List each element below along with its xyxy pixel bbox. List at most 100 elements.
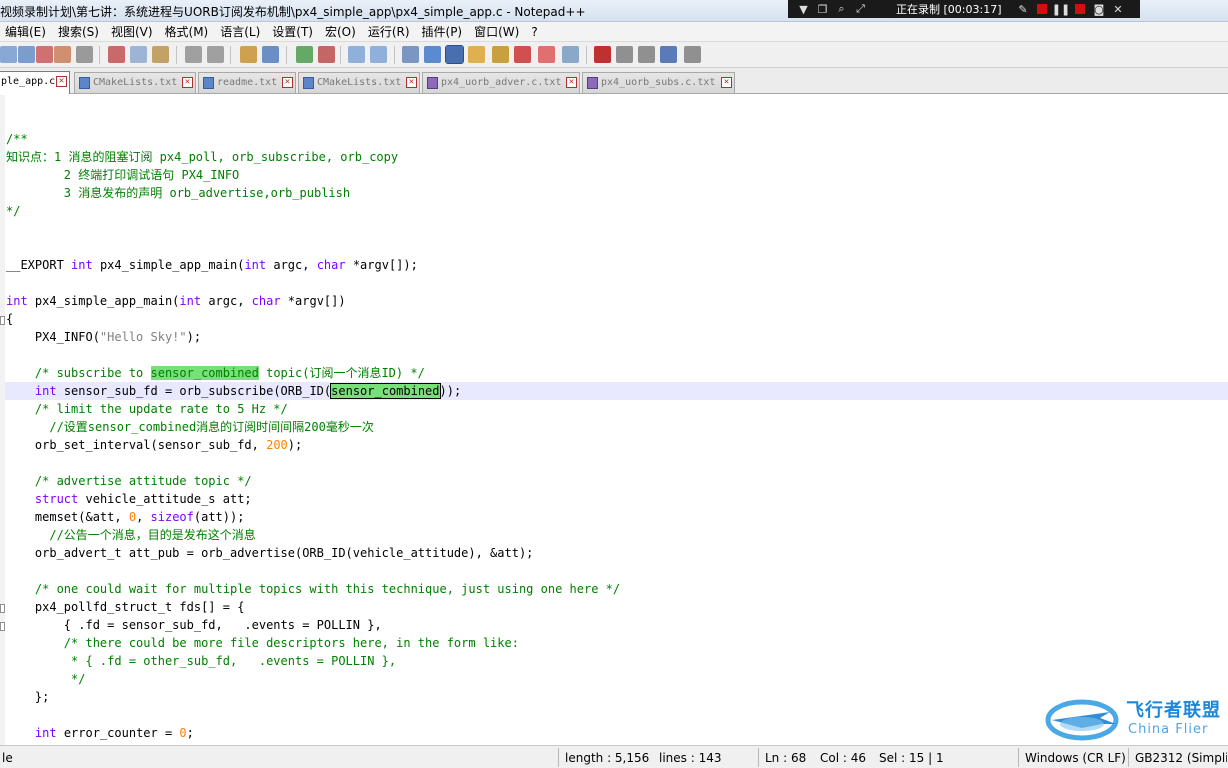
menu-window[interactable]: 窗口(W) <box>469 23 526 40</box>
tab-label: CMakeLists.txt <box>317 77 402 88</box>
code-line: }; <box>6 690 50 704</box>
menu-run[interactable]: 运行(R) <box>363 23 417 40</box>
stop-macro-icon[interactable] <box>616 46 633 63</box>
code-line: /** <box>6 132 28 146</box>
save-all-icon[interactable] <box>54 46 71 63</box>
fold-toggle-icon[interactable] <box>0 316 5 325</box>
restore-icon[interactable]: ❐ <box>813 0 832 18</box>
status-separator <box>1128 748 1129 767</box>
folder-workspace-icon[interactable] <box>538 46 555 63</box>
menu-view[interactable]: 视图(V) <box>106 23 160 40</box>
close-icon[interactable]: ✕ <box>406 77 417 88</box>
toolbar-separator <box>176 46 177 64</box>
tab-cmakelists-1[interactable]: CMakeLists.txt ✕ <box>74 72 196 93</box>
window-title: 视频录制计划\第七讲：系统进程与UORB订阅发布机制\px4_simple_ap… <box>0 5 586 19</box>
menu-settings[interactable]: 设置(T) <box>267 23 320 40</box>
close-icon[interactable]: ✕ <box>282 77 293 88</box>
menu-search[interactable]: 搜索(S) <box>53 23 106 40</box>
tab-readme[interactable]: readme.txt ✕ <box>198 72 296 93</box>
status-separator <box>558 748 559 767</box>
record-macro-icon[interactable] <box>594 46 611 63</box>
fold-margin[interactable] <box>0 95 5 745</box>
record-stop-icon[interactable] <box>1032 0 1051 18</box>
tab-label: readme.txt <box>217 77 278 88</box>
pen-icon[interactable]: ✎ <box>1013 0 1032 18</box>
watermark: 飞行者联盟 China Flier <box>1026 688 1226 748</box>
zoom-out-icon[interactable] <box>318 46 335 63</box>
menu-edit[interactable]: 编辑(E) <box>0 23 53 40</box>
title-bar: 视频录制计划\第七讲：系统进程与UORB订阅发布机制\px4_simple_ap… <box>0 0 1228 22</box>
word-wrap-icon[interactable] <box>402 46 419 63</box>
menu-language[interactable]: 语言(L) <box>215 23 267 40</box>
menu-plugins[interactable]: 插件(P) <box>417 23 470 40</box>
print-icon[interactable] <box>76 46 93 63</box>
close-icon[interactable]: ✕ <box>182 77 193 88</box>
show-all-chars-icon[interactable] <box>424 46 441 63</box>
fold-toggle-icon[interactable] <box>0 622 5 631</box>
dropdown-icon[interactable]: ▼ <box>794 0 813 18</box>
file-icon <box>79 77 90 89</box>
menu-format[interactable]: 格式(M) <box>160 23 216 40</box>
tab-bar: ple_app.c ✕ CMakeLists.txt ✕ readme.txt … <box>0 68 1228 94</box>
save-icon[interactable] <box>36 46 53 63</box>
close-icon[interactable]: ✕ <box>721 77 732 88</box>
watermark-cn: 飞行者联盟 <box>1126 700 1221 721</box>
tab-label: px4_uorb_subs.c.txt <box>601 77 716 88</box>
find-icon[interactable] <box>240 46 257 63</box>
doc-map-icon[interactable] <box>492 46 509 63</box>
sync-vertical-icon[interactable] <box>348 46 365 63</box>
indent-guide-icon[interactable] <box>445 45 464 64</box>
tab-label: px4_uorb_adver.c.txt <box>441 77 562 88</box>
toolbar-separator <box>230 46 231 64</box>
code-line: */ <box>6 672 86 686</box>
code-line: orb_advert_t att_pub = orb_advertise(ORB… <box>6 546 534 560</box>
open-file-icon[interactable] <box>18 46 35 63</box>
camera-icon[interactable]: ◙ <box>1089 0 1108 18</box>
undo-icon[interactable] <box>185 46 202 63</box>
tab-px4-uorb-adver[interactable]: px4_uorb_adver.c.txt ✕ <box>422 72 580 93</box>
toolbar-separator <box>586 46 587 64</box>
replace-icon[interactable] <box>262 46 279 63</box>
user-lang-icon[interactable] <box>468 46 485 63</box>
close-icon[interactable]: ✕ <box>56 76 67 87</box>
sync-horizontal-icon[interactable] <box>370 46 387 63</box>
stop-icon[interactable] <box>1070 0 1089 18</box>
new-file-icon[interactable] <box>0 46 17 63</box>
monitoring-icon[interactable] <box>562 46 579 63</box>
fold-toggle-icon[interactable] <box>0 604 5 613</box>
zoom-in-icon[interactable] <box>296 46 313 63</box>
tab-px4-simple-app-c[interactable]: ple_app.c ✕ <box>0 71 70 94</box>
file-icon <box>587 77 598 89</box>
status-selection: Sel : 15 | 1 <box>879 751 944 765</box>
selected-text: sensor_combined <box>330 383 441 399</box>
code-line: 知识点：1 消息的阻塞订阅 px4_poll, orb_subscribe, o… <box>6 150 399 164</box>
menu-bar: 编辑(E) 搜索(S) 视图(V) 格式(M) 语言(L) 设置(T) 宏(O)… <box>0 22 1228 42</box>
code-line: /* one could wait for multiple topics wi… <box>6 582 621 596</box>
tab-cmakelists-2[interactable]: CMakeLists.txt ✕ <box>298 72 420 93</box>
status-separator <box>758 748 759 767</box>
run-macro-multiple-icon[interactable] <box>660 46 677 63</box>
code-line: /* there could be more file descriptors … <box>6 636 519 650</box>
close-recorder-icon[interactable]: ✕ <box>1108 0 1127 18</box>
expand-icon[interactable]: ⤢ <box>851 0 870 18</box>
save-macro-icon[interactable] <box>684 46 701 63</box>
paste-icon[interactable] <box>152 46 169 63</box>
function-list-icon[interactable] <box>514 46 531 63</box>
watermark-en: China Flier <box>1128 722 1209 737</box>
tab-px4-uorb-subs[interactable]: px4_uorb_subs.c.txt ✕ <box>582 72 735 93</box>
cut-icon[interactable] <box>108 46 125 63</box>
menu-help[interactable]: ? <box>526 25 544 39</box>
code-editor[interactable]: /** 知识点：1 消息的阻塞订阅 px4_poll, orb_subscrib… <box>0 95 1228 745</box>
pause-icon[interactable]: ❚❚ <box>1051 0 1070 18</box>
copy-icon[interactable] <box>130 46 147 63</box>
status-encoding[interactable]: GB2312 (Simplifi <box>1135 751 1227 765</box>
menu-macro[interactable]: 宏(O) <box>320 23 363 40</box>
close-icon[interactable]: ✕ <box>566 77 577 88</box>
play-macro-icon[interactable] <box>638 46 655 63</box>
status-length: length : 5,156 <box>565 751 650 765</box>
code-line: /* advertise attitude topic */ <box>6 474 252 488</box>
code-line: //设置sensor_combined消息的订阅时间间隔200毫秒一次 <box>6 420 374 434</box>
search-icon[interactable]: ⌕ <box>832 0 851 18</box>
redo-icon[interactable] <box>207 46 224 63</box>
status-eol[interactable]: Windows (CR LF) <box>1025 751 1126 765</box>
